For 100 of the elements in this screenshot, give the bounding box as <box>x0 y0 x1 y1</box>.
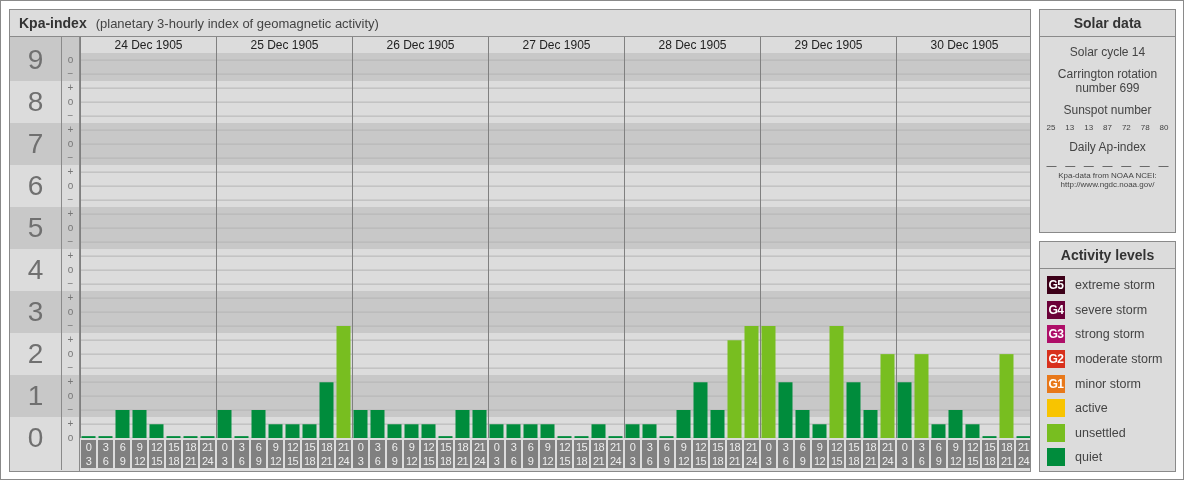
kp-scale-number: 8 <box>26 85 45 120</box>
ap-index-value: — <box>1102 160 1113 171</box>
card-title: Solar data <box>1040 10 1175 37</box>
time-slot-label: 9 12 <box>540 440 555 469</box>
kp-sub-mark: o <box>67 179 74 194</box>
kp-sub-mark: o <box>67 389 74 404</box>
time-slot-label: 0 3 <box>761 440 776 469</box>
legend-label: minor storm <box>1075 376 1141 391</box>
time-slot-label: 21 24 <box>880 440 895 469</box>
legend-label: strong storm <box>1075 327 1145 342</box>
kp-sub-mark: o <box>67 347 74 362</box>
ap-index-heading: Daily Ap-index <box>1068 140 1147 154</box>
sunspot-value: 87 <box>1103 123 1112 132</box>
kp-sub-mark: o <box>67 305 74 320</box>
time-slot-label: 0 3 <box>353 440 368 469</box>
kp-scale-number: 7 <box>26 127 45 162</box>
kp-scale-number: 5 <box>26 211 45 246</box>
time-slot-label: 9 12 <box>268 440 283 469</box>
time-slot-label: 12 15 <box>285 440 300 469</box>
time-slot-label: 6 9 <box>523 440 538 469</box>
kp-sub-mark: − <box>67 67 74 82</box>
time-slot-label: 15 18 <box>574 440 589 469</box>
time-slot-label: 15 18 <box>302 440 317 469</box>
time-slot-label: 18 21 <box>319 440 334 469</box>
time-slot-label: 12 15 <box>829 440 844 469</box>
time-slot-label: 9 12 <box>676 440 691 469</box>
time-slot-label: 18 21 <box>591 440 606 469</box>
time-slot-label: 18 21 <box>999 440 1014 469</box>
time-slot-label: 6 9 <box>931 440 946 469</box>
kp-sub-mark: o <box>67 95 74 110</box>
legend-label: unsettled <box>1075 425 1126 440</box>
kp-sub-mark: − <box>67 235 74 250</box>
time-slot-label: 12 15 <box>557 440 572 469</box>
sunspot-value: 13 <box>1065 123 1075 132</box>
legend-swatch: G1 <box>1047 374 1065 393</box>
time-slot-label: 12 15 <box>965 440 980 469</box>
time-slot-label: 6 9 <box>115 440 130 469</box>
ap-index-value: — <box>1065 160 1076 171</box>
time-slot-label: 3 6 <box>642 440 657 469</box>
sunspot-heading: Sunspot number <box>1062 103 1153 117</box>
time-slot-label: 3 6 <box>370 440 385 469</box>
time-slot-label: 21 24 <box>472 440 487 469</box>
kp-sub-mark: − <box>67 319 74 334</box>
time-slot-label: 0 3 <box>217 440 232 469</box>
ap-index-value: — <box>1083 160 1094 171</box>
kp-sub-mark: o <box>67 263 74 278</box>
kp-sub-mark: o <box>67 137 74 152</box>
kp-scale-number: 6 <box>26 169 45 204</box>
kp-sub-mark: − <box>67 193 74 208</box>
kp-sub-mark: + <box>67 333 74 348</box>
kp-scale-number: 2 <box>26 337 45 372</box>
time-slot-label: 12 15 <box>421 440 436 469</box>
panel-title: Kpa-index <box>19 15 87 31</box>
data-source-text: Kpa-data from NOAA NCEI: <box>1058 171 1157 180</box>
time-slot-label: 21 24 <box>200 440 215 469</box>
kp-sub-mark: − <box>67 277 74 292</box>
kp-scale-number: 1 <box>26 379 45 414</box>
kp-scale-number: 3 <box>26 295 45 330</box>
time-slot-label: 15 18 <box>166 440 181 469</box>
carrington-rotation-text: Carrington rotation number 699 <box>1056 67 1159 95</box>
time-slot-label: 15 18 <box>438 440 453 469</box>
ap-index-value: — <box>1046 160 1057 171</box>
legend-swatch: G3 <box>1047 325 1065 344</box>
card-title: Activity levels <box>1040 242 1175 269</box>
kp-sub-mark: + <box>67 417 74 432</box>
time-slot-label: 0 3 <box>897 440 912 469</box>
time-slot-label: 12 15 <box>693 440 708 469</box>
solar-cycle-text: Solar cycle 14 <box>1068 45 1147 59</box>
time-slot-label: 6 9 <box>387 440 402 469</box>
time-slot-label: 18 21 <box>727 440 742 469</box>
kp-scale-number: 0 <box>26 421 45 456</box>
time-slot-label: 18 21 <box>183 440 198 469</box>
time-slot-label: 6 9 <box>795 440 810 469</box>
time-slot-label: 18 21 <box>863 440 878 469</box>
time-slot-label: 3 6 <box>506 440 521 469</box>
sunspot-value: 72 <box>1121 123 1131 132</box>
time-slot-label: 15 18 <box>982 440 997 469</box>
kp-sub-mark: − <box>67 403 74 418</box>
legend-label: severe storm <box>1075 302 1148 317</box>
time-slot-label: 21 24 <box>1016 440 1030 469</box>
legend-label: extreme storm <box>1075 278 1155 293</box>
data-source-url: http://www.ngdc.noaa.gov/ <box>1060 180 1155 189</box>
sunspot-value: 13 <box>1084 123 1094 132</box>
time-slot-label: 15 18 <box>710 440 725 469</box>
panel-subtitle: (planetary 3-hourly index of geomagnetic activity) <box>95 15 379 31</box>
time-slot-label: 0 3 <box>81 440 96 469</box>
time-slot-label: 9 12 <box>948 440 963 469</box>
legend-label: active <box>1075 401 1108 416</box>
ap-index-value: — <box>1139 160 1150 171</box>
kp-scale-number: 9 <box>26 43 45 78</box>
legend-swatch: G2 <box>1047 350 1065 369</box>
ap-index-value: — <box>1158 160 1169 171</box>
time-slot-label: 21 24 <box>336 440 351 469</box>
time-slot-label: 18 21 <box>455 440 470 469</box>
time-slot-label: 9 12 <box>404 440 419 469</box>
time-slot-label: 3 6 <box>234 440 249 469</box>
sunspot-value: 25 <box>1046 123 1056 132</box>
legend-swatch: G4 <box>1047 300 1065 319</box>
kp-sub-mark: + <box>67 81 74 96</box>
kp-sub-mark: − <box>67 361 74 376</box>
